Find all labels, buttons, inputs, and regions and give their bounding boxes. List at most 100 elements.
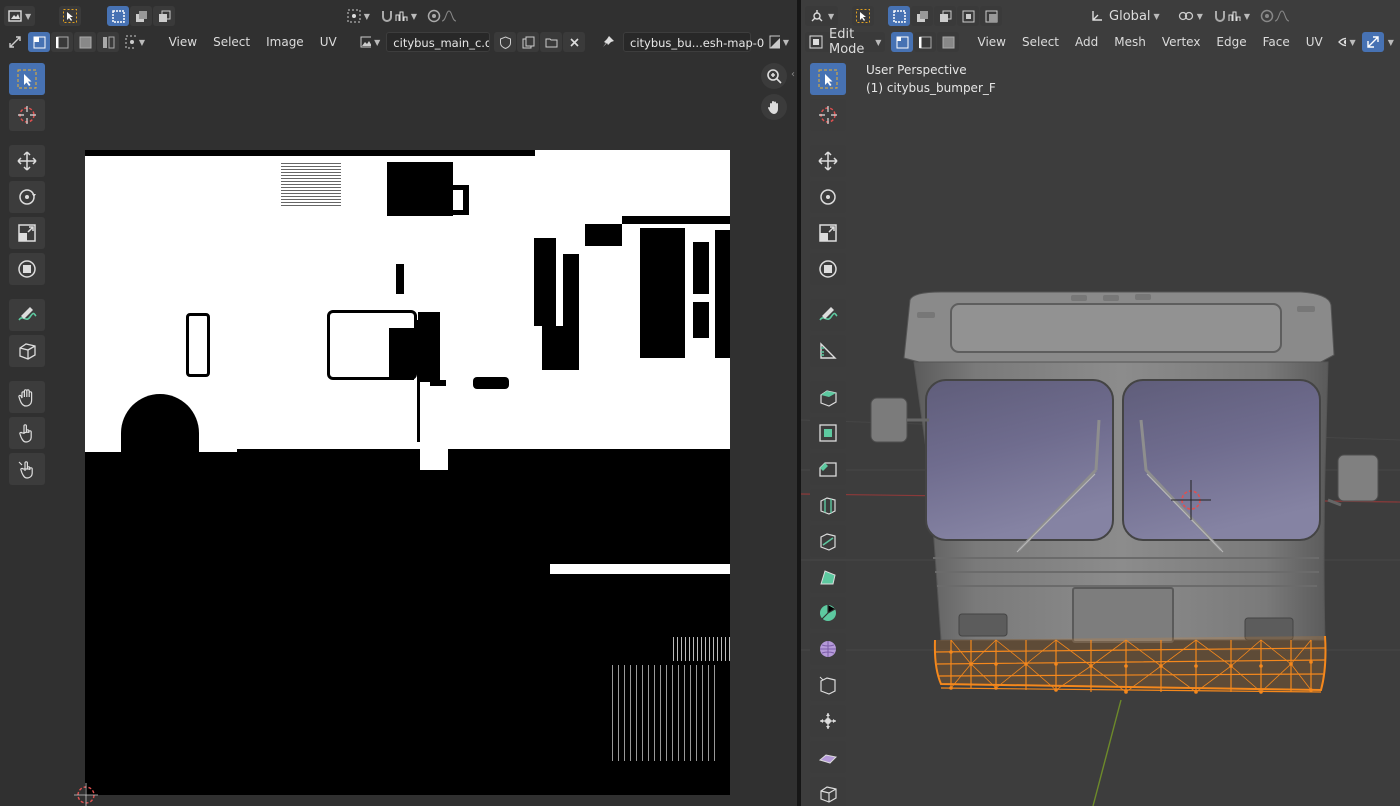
visibility-dropdown[interactable]: ▼ — [1334, 32, 1360, 52]
tool-annotate[interactable] — [8, 299, 45, 331]
unlink-image-button[interactable] — [563, 32, 586, 52]
tool-transform[interactable] — [8, 253, 45, 285]
image-browse-dropdown[interactable]: ▼ — [356, 32, 384, 52]
vp-tool-loop-cut[interactable] — [809, 489, 846, 521]
vp-menu-face[interactable]: Face — [1256, 32, 1297, 52]
tool-cursor[interactable] — [8, 99, 45, 131]
3d-viewport[interactable]: ▼ Global ▼ ▼ ▼ Edit Mode ▼ View Select A… — [801, 0, 1400, 806]
tool-grab[interactable] — [8, 381, 45, 413]
tool-rotate[interactable] — [8, 181, 45, 213]
display-channels-dropdown[interactable]: ▼ — [765, 32, 793, 52]
viewport-editor-type-button[interactable]: ▼ — [805, 6, 839, 26]
select-tool-indicator[interactable] — [59, 6, 82, 26]
select-new-button[interactable] — [107, 6, 130, 26]
vp-tool-cursor[interactable] — [809, 99, 846, 131]
vp-tool-inset[interactable] — [809, 417, 846, 449]
vp-tool-smooth[interactable] — [809, 633, 846, 665]
uv-map-name-field[interactable]: citybus_bu...esh-map-0 — [623, 32, 764, 52]
vp-tool-rotate[interactable] — [809, 181, 846, 213]
vp-proportional-edit-group[interactable] — [1256, 6, 1294, 26]
vp-tool-shrink-fatten[interactable] — [809, 705, 846, 737]
snap-toggle-group[interactable]: ▼ — [376, 6, 421, 26]
vp-menu-view[interactable]: View — [971, 32, 1013, 52]
pan-gizmo[interactable] — [761, 94, 787, 120]
tool-pinch[interactable] — [8, 453, 45, 485]
vp-select-intersect-button[interactable] — [980, 6, 1003, 26]
mesh-face-mode-button[interactable] — [937, 32, 960, 52]
snap-increment-icon — [1228, 11, 1241, 21]
transform-orientation-dropdown[interactable]: Global ▼ — [1086, 6, 1164, 26]
editor-type-button[interactable]: ▼ — [4, 6, 36, 26]
tool-uv-cube[interactable] — [8, 335, 45, 367]
vp-tool-select-box[interactable] — [809, 63, 846, 95]
vp-select-subtract-button[interactable] — [934, 6, 957, 26]
vp-tool-edge-slide[interactable] — [809, 669, 846, 701]
uv-texture-canvas[interactable] — [85, 150, 730, 795]
sticky-selection-dropdown[interactable]: ▼ — [121, 32, 149, 52]
menu-view[interactable]: View — [162, 32, 204, 52]
vp-menu-vertex[interactable]: Vertex — [1155, 32, 1208, 52]
vp-menu-uv[interactable]: UV — [1299, 32, 1330, 52]
cursor-icon — [818, 106, 837, 124]
mesh-edge-mode-button[interactable] — [914, 32, 937, 52]
tool-select-box[interactable] — [8, 63, 45, 95]
vp-menu-edge[interactable]: Edge — [1209, 32, 1253, 52]
menu-select[interactable]: Select — [206, 32, 257, 52]
vp-tool-measure[interactable] — [809, 335, 846, 367]
folder-icon — [545, 38, 558, 47]
sync-arrows-icon — [9, 36, 21, 48]
proportional-edit-group[interactable] — [423, 6, 461, 26]
image-name-field[interactable]: citybus_main_c.dat... — [386, 32, 491, 52]
annotate-pencil-icon — [818, 307, 838, 321]
mesh-vertex-mode-button[interactable] — [891, 32, 914, 52]
face-select-button[interactable] — [74, 32, 96, 52]
vp-tool-poly-build[interactable] — [809, 561, 846, 593]
vp-tool-spin[interactable] — [809, 597, 846, 629]
vp-tool-scale[interactable] — [809, 217, 846, 249]
edge-select-button[interactable] — [51, 32, 73, 52]
tool-move[interactable] — [8, 145, 45, 177]
island-select-button[interactable] — [97, 32, 119, 52]
viewport-header-bottom: Edit Mode ▼ View Select Add Mesh Vertex E… — [801, 27, 1400, 57]
poly-build-icon — [819, 570, 836, 585]
open-image-button[interactable] — [540, 32, 563, 52]
gizmo-dropdown[interactable]: ▼ — [1386, 32, 1396, 52]
vp-tool-bevel[interactable] — [809, 453, 846, 485]
zoom-gizmo[interactable] — [761, 63, 787, 89]
vp-select-new-button[interactable] — [888, 6, 911, 26]
eye-icon — [1337, 37, 1347, 47]
vp-select-invert-button[interactable] — [957, 6, 980, 26]
viewport-select-tool-indicator[interactable] — [852, 6, 875, 26]
vp-tool-shear[interactable] — [809, 741, 846, 773]
vertex-select-button[interactable] — [28, 32, 50, 52]
select-intersect-icon — [985, 10, 998, 22]
fake-user-button[interactable] — [494, 32, 517, 52]
mode-dropdown[interactable]: Edit Mode ▼ — [805, 27, 886, 57]
pin-image-button[interactable] — [597, 32, 619, 52]
select-subtract-button[interactable] — [153, 6, 176, 26]
tool-scale[interactable] — [8, 217, 45, 249]
menu-uv[interactable]: UV — [313, 32, 344, 52]
select-invert-icon — [962, 10, 975, 22]
vp-menu-mesh[interactable]: Mesh — [1107, 32, 1153, 52]
pivot-dropdown[interactable]: ▼ — [1174, 6, 1207, 26]
vp-tool-annotate[interactable] — [809, 299, 846, 331]
vp-select-extend-button[interactable] — [911, 6, 934, 26]
select-extend-button[interactable] — [130, 6, 153, 26]
new-image-button[interactable] — [517, 32, 540, 52]
vp-snap-group[interactable]: ▼ — [1209, 6, 1254, 26]
tool-relax[interactable] — [8, 417, 45, 449]
menu-image[interactable]: Image — [259, 32, 311, 52]
vp-tool-knife[interactable] — [809, 525, 846, 557]
vertex-select-icon — [33, 36, 45, 48]
vp-tool-rip[interactable] — [809, 777, 846, 806]
vp-menu-select[interactable]: Select — [1015, 32, 1066, 52]
vp-menu-add[interactable]: Add — [1068, 32, 1105, 52]
gizmo-toggle-button[interactable] — [1361, 32, 1384, 52]
pivot-point-dropdown[interactable]: ▼ — [343, 6, 374, 26]
vp-tool-extrude[interactable] — [809, 381, 846, 413]
vp-tool-move[interactable] — [809, 145, 846, 177]
cube-icon — [18, 343, 36, 360]
uv-sync-selection-button[interactable] — [4, 32, 26, 52]
vp-tool-transform[interactable] — [809, 253, 846, 285]
